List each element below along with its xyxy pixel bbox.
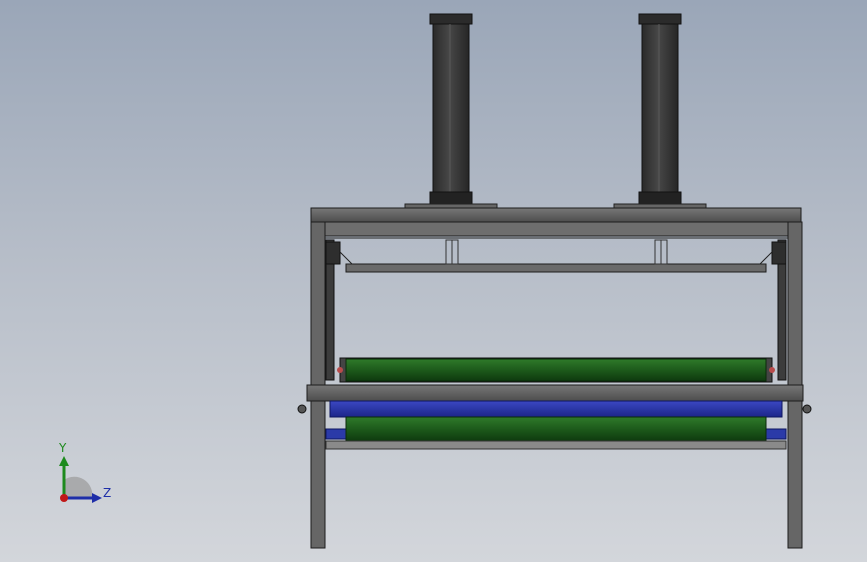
x-axis-dot-icon: [60, 494, 68, 502]
air-cylinder-right[interactable]: [613, 13, 707, 209]
lower-roller[interactable]: [345, 416, 767, 442]
press-plate[interactable]: [339, 251, 773, 273]
cad-viewport[interactable]: Y Z: [0, 0, 867, 562]
z-axis-head-icon: [92, 493, 102, 503]
triad-y-label: Y: [59, 441, 67, 455]
bracket-left: [445, 239, 459, 265]
air-cylinder-left[interactable]: [404, 13, 498, 209]
upper-roller[interactable]: [337, 357, 775, 383]
triad-z-label: Z: [103, 486, 112, 500]
bracket-right: [654, 239, 668, 265]
guide-rail-right: [771, 239, 787, 381]
bottom-support: [325, 440, 787, 450]
machine-drawing: [297, 13, 812, 549]
triad-plane-icon: [64, 476, 93, 498]
guide-rail-left: [325, 239, 341, 381]
frame-top-beam[interactable]: [310, 207, 802, 239]
y-axis-head-icon: [59, 456, 69, 466]
